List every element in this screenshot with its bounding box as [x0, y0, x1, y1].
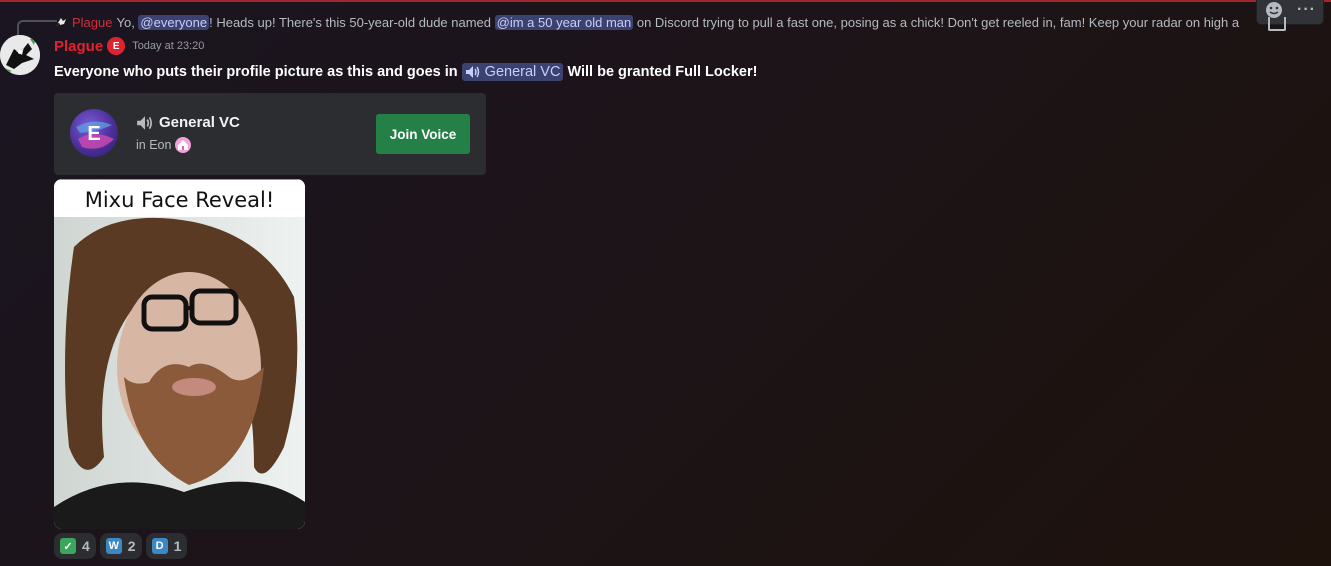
letter-d-icon: D	[151, 538, 168, 554]
server-tag-icon[interactable]: E	[107, 37, 126, 55]
reaction-count: 1	[173, 538, 182, 554]
reactions-bar: ✓ 4 W 2 D 1	[54, 533, 188, 559]
mention-highlight-line	[0, 0, 1331, 2]
caption-bar: Mixu Face Reveal!	[54, 179, 305, 220]
image-caption: Mixu Face Reveal!	[84, 188, 275, 212]
message-timestamp[interactable]: Today at 23:20	[132, 40, 204, 52]
embed-server-line: in Eon	[136, 137, 192, 153]
embed-server-name: in Eon	[136, 138, 172, 152]
speaker-icon	[137, 115, 153, 130]
message-username[interactable]: Plague	[54, 38, 103, 55]
house-icon	[175, 137, 192, 153]
message-header: Plague E Today at 23:20	[54, 36, 204, 56]
svg-text:E: E	[87, 123, 100, 145]
reaction-count: 2	[127, 538, 136, 554]
avatar[interactable]	[0, 35, 40, 75]
reply-preview[interactable]: Plague Yo, @everyone ! Heads up! There's…	[54, 12, 1269, 32]
letter-w-icon: W	[105, 538, 122, 554]
clipboard-icon	[1268, 17, 1286, 31]
server-icon[interactable]: E	[70, 109, 118, 157]
reaction-d[interactable]: D 1	[145, 533, 188, 559]
voice-channel-embed: E General VC in Eon Join Voice	[54, 93, 486, 175]
join-voice-button[interactable]: Join Voice	[376, 114, 470, 154]
reaction-w[interactable]: W 2	[99, 533, 142, 559]
reply-text-before: Yo,	[116, 14, 139, 30]
reply-username[interactable]: Plague	[72, 15, 112, 30]
speaker-icon	[465, 66, 479, 78]
image-attachment[interactable]: Mixu Face Reveal!	[54, 179, 305, 529]
embed-channel-title[interactable]: General VC	[136, 114, 240, 131]
more-icon: ···	[1297, 1, 1316, 18]
message-hover-toolbar: ···	[1257, 0, 1323, 24]
more-options-button[interactable]: ···	[1294, 0, 1320, 21]
embed-channel-name: General VC	[159, 114, 240, 131]
reply-mention-user[interactable]: @im a 50 year old man	[494, 14, 634, 30]
reply-text-middle: ! Heads up! There's this 50-year-old dud…	[209, 14, 495, 30]
reaction-count: 4	[82, 538, 90, 554]
reaction-check[interactable]: ✓ 4	[54, 533, 96, 559]
face-photo	[54, 217, 305, 529]
reply-text-after: on Discord trying to pull a fast one, po…	[633, 14, 1240, 30]
reply-avatar-icon	[54, 15, 68, 29]
channel-mention-label: General VC	[484, 64, 561, 80]
check-mark-icon: ✓	[60, 538, 76, 554]
channel-mention[interactable]: General VC	[461, 63, 564, 81]
message-text-before: Everyone who puts their profile picture …	[54, 64, 458, 80]
message-content: Everyone who puts their profile picture …	[54, 62, 757, 82]
reply-spine	[17, 20, 57, 36]
reply-mention-everyone[interactable]: @everyone	[138, 14, 210, 30]
message-text-after: Will be granted Full Locker!	[567, 64, 758, 80]
